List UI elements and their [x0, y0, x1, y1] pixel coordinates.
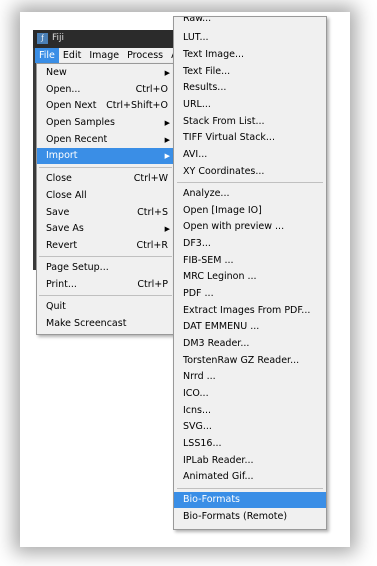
file-menu-item-revert[interactable]: Revert Ctrl+R — [37, 238, 174, 254]
import-item-analyze[interactable]: Analyze... — [174, 186, 326, 202]
import-item-bio-formats-remote[interactable]: Bio-Formats (Remote) — [174, 509, 326, 525]
submenu-arrow-icon: ▶ — [164, 69, 170, 77]
import-item-svg[interactable]: SVG... — [174, 419, 326, 435]
menu-separator — [39, 295, 172, 296]
menubar: File Edit Image Process A — [35, 48, 178, 63]
file-menu-item-open-recent[interactable]: Open Recent ▶ — [37, 132, 174, 148]
menu-separator — [177, 488, 323, 489]
import-item-dm3-reader[interactable]: DM3 Reader... — [174, 336, 326, 352]
import-item-nrrd[interactable]: Nrrd ... — [174, 369, 326, 385]
import-item-ico[interactable]: ICO... — [174, 386, 326, 402]
import-item-animated-gif[interactable]: Animated Gif... — [174, 469, 326, 485]
import-item-avi[interactable]: AVI... — [174, 147, 326, 163]
import-item-bio-formats[interactable]: Bio-Formats — [174, 492, 326, 508]
import-item-raw[interactable]: Raw... — [174, 17, 326, 27]
file-menu-item-close-all[interactable]: Close All — [37, 188, 174, 204]
menu-process[interactable]: Process — [123, 48, 167, 63]
file-menu-item-save-as[interactable]: Save As ▶ — [37, 221, 174, 237]
import-item-url[interactable]: URL... — [174, 97, 326, 113]
menu-file[interactable]: File — [35, 48, 59, 63]
window-titlebar: ƒ Fiji — [33, 30, 178, 48]
import-item-text-file[interactable]: Text File... — [174, 64, 326, 80]
import-item-xy-coordinates[interactable]: XY Coordinates... — [174, 164, 326, 180]
import-item-lut[interactable]: LUT... — [174, 30, 326, 46]
import-item-dat-emmenu[interactable]: DAT EMMENU ... — [174, 319, 326, 335]
file-menu-item-import[interactable]: Import ▶ — [37, 148, 174, 164]
import-item-mrc-leginon[interactable]: MRC Leginon ... — [174, 269, 326, 285]
import-item-df3[interactable]: DF3... — [174, 236, 326, 252]
import-item-results[interactable]: Results... — [174, 80, 326, 96]
import-item-icns[interactable]: Icns... — [174, 403, 326, 419]
menu-separator — [39, 256, 172, 257]
file-menu-item-print[interactable]: Print... Ctrl+P — [37, 277, 174, 293]
file-menu-item-open-next[interactable]: Open Next Ctrl+Shift+O — [37, 98, 174, 114]
file-menu-item-open[interactable]: Open... Ctrl+O — [37, 82, 174, 98]
submenu-arrow-icon: ▶ — [164, 152, 170, 160]
import-item-stack-from-list[interactable]: Stack From List... — [174, 114, 326, 130]
fiji-app-icon: ƒ — [37, 33, 48, 44]
import-submenu: Raw... LUT... Text Image... Text File...… — [173, 16, 327, 530]
import-item-text-image[interactable]: Text Image... — [174, 47, 326, 63]
import-item-lss16[interactable]: LSS16... — [174, 436, 326, 452]
file-menu-item-new[interactable]: New ▶ — [37, 65, 174, 81]
import-item-extract-images-from-pdf[interactable]: Extract Images From PDF... — [174, 303, 326, 319]
import-item-open-with-preview[interactable]: Open with preview ... — [174, 219, 326, 235]
import-item-open-image-io[interactable]: Open [Image IO] — [174, 203, 326, 219]
window-title: Fiji — [52, 33, 65, 43]
submenu-arrow-icon: ▶ — [164, 119, 170, 127]
file-menu-item-quit[interactable]: Quit — [37, 299, 174, 315]
menu-separator — [177, 182, 323, 183]
import-item-torstenraw-gz-reader[interactable]: TorstenRaw GZ Reader... — [174, 353, 326, 369]
file-menu-item-close[interactable]: Close Ctrl+W — [37, 171, 174, 187]
menu-separator — [39, 167, 172, 168]
menu-edit[interactable]: Edit — [59, 48, 85, 63]
file-menu-item-open-samples[interactable]: Open Samples ▶ — [37, 115, 174, 131]
menu-image[interactable]: Image — [85, 48, 123, 63]
file-menu-item-make-screencast[interactable]: Make Screencast — [37, 316, 174, 332]
import-item-iplab-reader[interactable]: IPLab Reader... — [174, 453, 326, 469]
file-menu: New ▶ Open... Ctrl+O Open Next Ctrl+Shif… — [36, 63, 175, 335]
file-menu-item-save[interactable]: Save Ctrl+S — [37, 205, 174, 221]
import-item-pdf[interactable]: PDF ... — [174, 286, 326, 302]
import-item-fib-sem[interactable]: FIB-SEM ... — [174, 253, 326, 269]
submenu-arrow-icon: ▶ — [164, 136, 170, 144]
import-item-tiff-virtual-stack[interactable]: TIFF Virtual Stack... — [174, 130, 326, 146]
submenu-arrow-icon: ▶ — [164, 225, 170, 233]
file-menu-item-page-setup[interactable]: Page Setup... — [37, 260, 174, 276]
